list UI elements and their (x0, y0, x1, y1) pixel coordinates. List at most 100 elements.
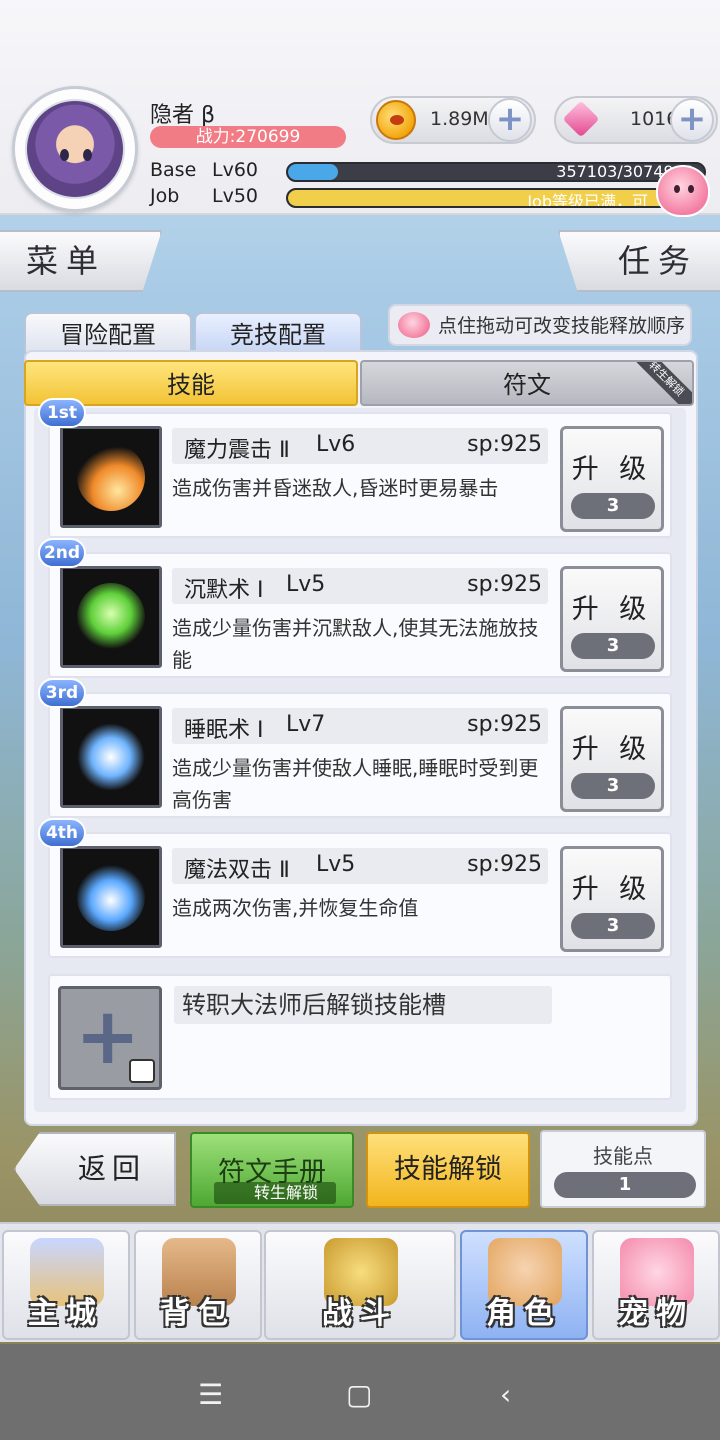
poring-mascot-icon[interactable] (656, 165, 710, 217)
tab-adventure-config[interactable]: 冒险配置 (24, 312, 192, 352)
avatar-frame[interactable] (12, 86, 138, 212)
upgrade-button[interactable]: 升 级 3 (560, 706, 664, 812)
skill-name-bar: 睡眠术 Ⅰ Lv7 sp:925 (172, 708, 548, 744)
back-button[interactable]: 返回 (14, 1132, 176, 1206)
base-exp-fill (288, 164, 338, 180)
job-label: Job (150, 185, 180, 207)
silence-icon (60, 566, 162, 668)
nav-label-city: 主城 (28, 1296, 104, 1331)
drag-hint: 点住拖动可改变技能释放顺序 (388, 304, 692, 346)
skill-sp: sp:925 (467, 712, 542, 737)
menu-tab[interactable]: 菜单 (0, 230, 162, 292)
upgrade-cost: 3 (571, 493, 655, 519)
tab-arena-config[interactable]: 竞技配置 (194, 312, 362, 352)
skill-level: Lv7 (286, 712, 326, 737)
player-header: 隐者 β 战力:270699 1.89M + 1016 + Base Lv60 … (0, 0, 720, 215)
skill-name-bar: 魔法双击 Ⅱ Lv5 sp:925 (172, 848, 548, 884)
skill-points-value: 1 (554, 1172, 696, 1198)
base-level: Lv60 (212, 159, 259, 181)
nav-label-pet: 宠物 (618, 1296, 694, 1331)
skill-name: 睡眠术 Ⅰ (184, 718, 264, 743)
skill-unlock-button[interactable]: 技能解锁 (366, 1132, 530, 1208)
nav-item-pet[interactable]: 宠物 (592, 1230, 720, 1340)
tab-runes-label: 符文 (503, 371, 551, 399)
bottom-nav: 主城 背包 战斗 角色 宠物 (0, 1222, 720, 1342)
upgrade-cost: 3 (571, 633, 655, 659)
task-tab[interactable]: 任务 (558, 230, 720, 292)
skill-card[interactable]: 1st 魔力震击 Ⅱ Lv6 sp:925 造成伤害并昏迷敌人,昏迷时更易暴击 … (38, 398, 672, 538)
skill-description: 造成少量伤害并使敌人睡眠,睡眠时受到更高伤害 (172, 756, 539, 812)
upgrade-label: 升 级 (571, 594, 653, 625)
nav-label-character: 角色 (486, 1296, 562, 1331)
skill-sp: sp:925 (467, 432, 542, 457)
skill-sp: sp:925 (467, 852, 542, 877)
avatar (25, 99, 125, 199)
base-exp-bar: 357103/3074900 (286, 162, 706, 182)
back-icon[interactable]: ‹ (500, 1378, 511, 1411)
upgrade-cost: 3 (571, 913, 655, 939)
skill-description: 造成少量伤害并沉默敌人,使其无法施放技能 (172, 616, 539, 672)
skill-card[interactable]: 3rd 睡眠术 Ⅰ Lv7 sp:925 造成少量伤害并使敌人睡眠,睡眠时受到更… (38, 678, 672, 818)
nav-item-battle[interactable]: 战斗 (264, 1230, 456, 1340)
home-icon[interactable]: ▢ (346, 1378, 372, 1411)
rank-badge: 3rd (38, 678, 86, 708)
nav-item-bag[interactable]: 背包 (134, 1230, 262, 1340)
upgrade-button[interactable]: 升 级 3 (560, 566, 664, 672)
skill-level: Lv5 (316, 852, 356, 877)
skill-name: 魔力震击 Ⅱ (184, 438, 290, 463)
nav-label-bag: 背包 (160, 1296, 236, 1331)
runes-lock-ribbon: 转生解锁 (625, 362, 692, 404)
skill-name-bar: 沉默术 Ⅰ Lv5 sp:925 (172, 568, 548, 604)
tab-runes[interactable]: 符文 转生解锁 (360, 360, 694, 406)
upgrade-label: 升 级 (571, 734, 653, 765)
skill-name: 沉默术 Ⅰ (184, 578, 264, 603)
job-exp-bar: Job等级已满，可 (286, 188, 706, 208)
lock-icon (129, 1059, 155, 1083)
add-gems-button[interactable]: + (670, 98, 714, 142)
skill-points-box: 技能点 1 (540, 1130, 706, 1208)
rank-badge: 2nd (38, 538, 86, 568)
coin-icon (376, 100, 416, 140)
nav-label-battle: 战斗 (322, 1296, 398, 1331)
job-level: Lv50 (212, 185, 259, 207)
add-slot-icon: + (58, 986, 162, 1090)
magic-shock-icon (60, 426, 162, 528)
upgrade-label: 升 级 (571, 454, 653, 485)
recent-apps-icon[interactable]: ☰ (198, 1378, 223, 1411)
upgrade-button[interactable]: 升 级 3 (560, 426, 664, 532)
avatar-eye-left (60, 149, 69, 161)
upgrade-label: 升 级 (571, 874, 653, 905)
skill-description: 造成伤害并昏迷敌人,昏迷时更易暴击 (172, 476, 499, 500)
player-name: 隐者 β (150, 103, 216, 128)
job-exp-text: Job等级已满，可 (527, 192, 648, 208)
coin-value: 1.89M (430, 108, 489, 130)
nav-item-city[interactable]: 主城 (2, 1230, 130, 1340)
poring-hint-icon (398, 312, 430, 338)
skill-description: 造成两次伤害,并恢复生命值 (172, 896, 419, 920)
rank-badge: 1st (38, 398, 86, 428)
add-coins-button[interactable]: + (488, 98, 532, 142)
skill-name: 魔法双击 Ⅱ (184, 858, 290, 883)
locked-skill-slot[interactable]: + 转职大法师后解锁技能槽 (48, 974, 672, 1100)
rune-manual-button[interactable]: 符文手册 转生解锁 (190, 1132, 354, 1208)
base-label: Base (150, 159, 197, 181)
gem-counter: 1016 + (554, 96, 718, 144)
system-nav-bar: ☰ ▢ ‹ (0, 1344, 720, 1440)
rank-badge: 4th (38, 818, 86, 848)
nav-item-character[interactable]: 角色 (460, 1230, 588, 1340)
skill-level: Lv5 (286, 572, 326, 597)
sleep-icon (60, 706, 162, 808)
drag-hint-text: 点住拖动可改变技能释放顺序 (438, 315, 686, 337)
upgrade-button[interactable]: 升 级 3 (560, 846, 664, 952)
skill-name-bar: 魔力震击 Ⅱ Lv6 sp:925 (172, 428, 548, 464)
skill-level: Lv6 (316, 432, 356, 457)
combat-power-badge: 战力:270699 (150, 126, 346, 148)
skill-sp: sp:925 (467, 572, 542, 597)
skill-points-label: 技能点 (593, 1144, 653, 1168)
gem-icon (560, 100, 600, 140)
locked-slot-text: 转职大法师后解锁技能槽 (174, 986, 552, 1024)
skill-card[interactable]: 4th 魔法双击 Ⅱ Lv5 sp:925 造成两次伤害,并恢复生命值 升 级 … (38, 818, 672, 958)
coin-counter: 1.89M + (370, 96, 536, 144)
rune-manual-lock-note: 转生解锁 (214, 1182, 336, 1204)
skill-card[interactable]: 2nd 沉默术 Ⅰ Lv5 sp:925 造成少量伤害并沉默敌人,使其无法施放技… (38, 538, 672, 678)
